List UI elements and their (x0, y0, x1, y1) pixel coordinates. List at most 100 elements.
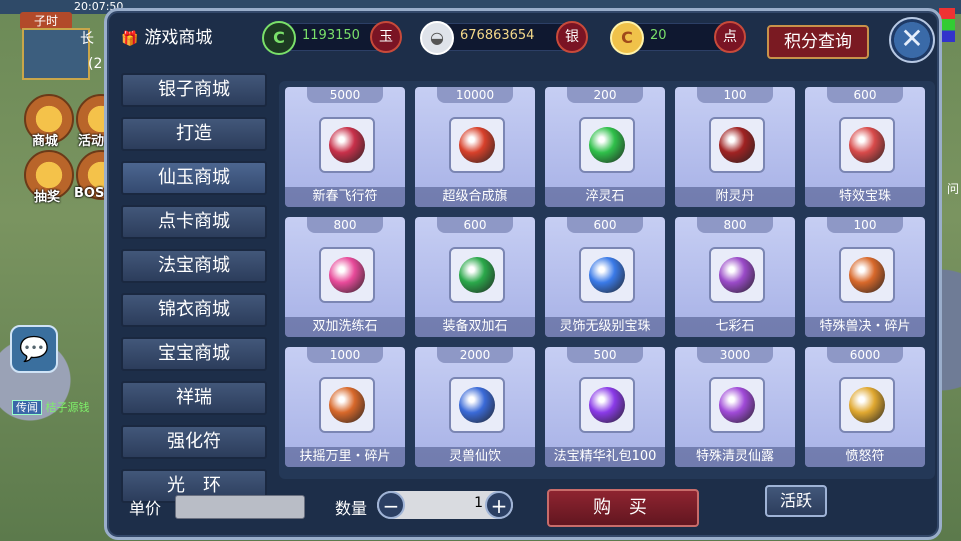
shop-item-card[interactable]: 2000 灵兽仙饮 (415, 347, 535, 467)
item-slot (839, 247, 895, 303)
shop-item-card[interactable]: 800 双加洗练石 (285, 217, 405, 337)
item-slot (709, 117, 765, 173)
jade-unit: 玉 (370, 21, 402, 53)
item-price: 5000 (307, 87, 383, 103)
item-price: 600 (567, 217, 643, 233)
city-name: 长 (80, 31, 94, 47)
shop-item-card[interactable]: 100 特殊兽决・碎片 (805, 217, 925, 337)
chat-bubble-icon[interactable]: 💬 (10, 325, 58, 373)
sidebar-item[interactable]: 祥瑞 (121, 381, 267, 415)
activity-button[interactable]: 活跃 (765, 485, 827, 517)
quantity-input[interactable]: 1 (407, 495, 483, 511)
item-price: 800 (307, 217, 383, 233)
item-price: 1000 (307, 347, 383, 363)
point-card-icon: C (610, 21, 644, 55)
point-currency: C 20 点 (610, 21, 746, 55)
item-name: 法宝精华礼包100 (545, 447, 665, 467)
sidebar-item[interactable]: 锦衣商城 (121, 293, 267, 327)
shop-item-card[interactable]: 600 特效宝珠 (805, 87, 925, 207)
point-value: 20 (650, 28, 667, 43)
quantity-stepper: − 1 + (377, 491, 513, 519)
red-pill-icon (719, 127, 755, 163)
item-name: 愤怒符 (805, 447, 925, 467)
item-price: 100 (827, 217, 903, 233)
item-price: 800 (697, 217, 773, 233)
item-name: 七彩石 (675, 317, 795, 337)
item-slot (449, 377, 505, 433)
item-price: 2000 (437, 347, 513, 363)
scroll-fragment-icon (849, 257, 885, 293)
item-name: 灵饰无级别宝珠 (545, 317, 665, 337)
item-name: 特殊兽决・碎片 (805, 317, 925, 337)
sidebar-item[interactable]: 法宝商城 (121, 249, 267, 283)
line-number: (2 (88, 56, 103, 72)
scroll-fragment-icon (329, 387, 365, 423)
item-grid: 5000 新春飞行符 10000 超级合成旗 200 淬灵石 100 附灵丹 600 特效宝珠 80… (279, 81, 935, 479)
green-stone-icon (589, 127, 625, 163)
item-price: 100 (697, 87, 773, 103)
shop-item-card[interactable]: 600 装备双加石 (415, 217, 535, 337)
purchase-footer: 单价 数量 − 1 + 购 买 活跃 (107, 483, 939, 533)
sidebar-item[interactable]: 宝宝商城 (121, 337, 267, 371)
shop-item-card[interactable]: 500 法宝精华礼包100 (545, 347, 665, 467)
item-slot (449, 117, 505, 173)
item-slot (579, 247, 635, 303)
points-query-button[interactable]: 积分查询 (767, 25, 869, 59)
shop-item-card[interactable]: 6000 愤怒符 (805, 347, 925, 467)
item-price: 500 (567, 347, 643, 363)
item-name: 附灵丹 (675, 187, 795, 207)
shop-label: 商城 (32, 134, 59, 149)
rainbow-stone-icon (719, 257, 755, 293)
item-slot (319, 247, 375, 303)
plus-button[interactable]: + (485, 491, 513, 519)
item-name: 新春飞行符 (285, 187, 405, 207)
porcelain-vase-icon (459, 387, 495, 423)
purple-flame-icon (589, 387, 625, 423)
shop-item-card[interactable]: 600 灵饰无级别宝珠 (545, 217, 665, 337)
sidebar-item[interactable]: 银子商城 (121, 73, 267, 107)
unit-price-field (175, 495, 305, 519)
item-slot (839, 377, 895, 433)
gift-icon: 🎁 (121, 31, 139, 47)
sidebar-item[interactable]: 点卡商城 (121, 205, 267, 239)
item-name: 双加洗练石 (285, 317, 405, 337)
shop-item-card[interactable]: 3000 特殊清灵仙露 (675, 347, 795, 467)
item-slot (579, 117, 635, 173)
shop-item-card[interactable]: 10000 超级合成旗 (415, 87, 535, 207)
jade-currency: C 1193150 玉 (262, 21, 402, 55)
sidebar-item[interactable]: 仙玉商城 (121, 161, 267, 195)
item-price: 600 (437, 217, 513, 233)
item-name: 扶摇万里・碎片 (285, 447, 405, 467)
shop-panel: 🎁 游戏商城 C 1193150 玉 ◒ 676863654 银 C 20 点 积… (104, 8, 942, 540)
item-slot (449, 247, 505, 303)
shop-item-card[interactable]: 1000 扶摇万里・碎片 (285, 347, 405, 467)
jade-coin-icon: C (262, 21, 296, 55)
item-price: 6000 (827, 347, 903, 363)
crystal-ball-icon (849, 127, 885, 163)
shop-header: 🎁 游戏商城 C 1193150 玉 ◒ 676863654 银 C 20 点 积… (107, 11, 939, 65)
shop-item-card[interactable]: 200 淬灵石 (545, 87, 665, 207)
minus-button[interactable]: − (377, 491, 405, 519)
sidebar-item[interactable]: 强化符 (121, 425, 267, 459)
purple-vase-icon (719, 387, 755, 423)
buy-button[interactable]: 购 买 (547, 489, 699, 527)
silver-ingot-icon: ◒ (420, 21, 454, 55)
item-price: 3000 (697, 347, 773, 363)
item-slot (319, 117, 375, 173)
shop-item-card[interactable]: 5000 新春飞行符 (285, 87, 405, 207)
item-price: 10000 (437, 87, 513, 103)
item-price: 200 (567, 87, 643, 103)
shop-item-card[interactable]: 800 七彩石 (675, 217, 795, 337)
shop-item-card[interactable]: 100 附灵丹 (675, 87, 795, 207)
right-hint: 问 (946, 182, 959, 196)
activity-label: 活动 (78, 134, 105, 149)
item-name: 灵兽仙饮 (415, 447, 535, 467)
news-ticker: 传闻 桔子源钱 (12, 399, 90, 415)
item-slot (319, 377, 375, 433)
news-text: 桔子源钱 (45, 401, 90, 414)
close-icon[interactable]: ✕ (889, 17, 935, 63)
silver-unit: 银 (556, 21, 588, 53)
category-sidebar: 银子商城 打造 仙玉商城 点卡商城 法宝商城 锦衣商城 宝宝商城 祥瑞 强化符光 环 (121, 73, 267, 513)
sidebar-item[interactable]: 打造 (121, 117, 267, 151)
item-slot (839, 117, 895, 173)
